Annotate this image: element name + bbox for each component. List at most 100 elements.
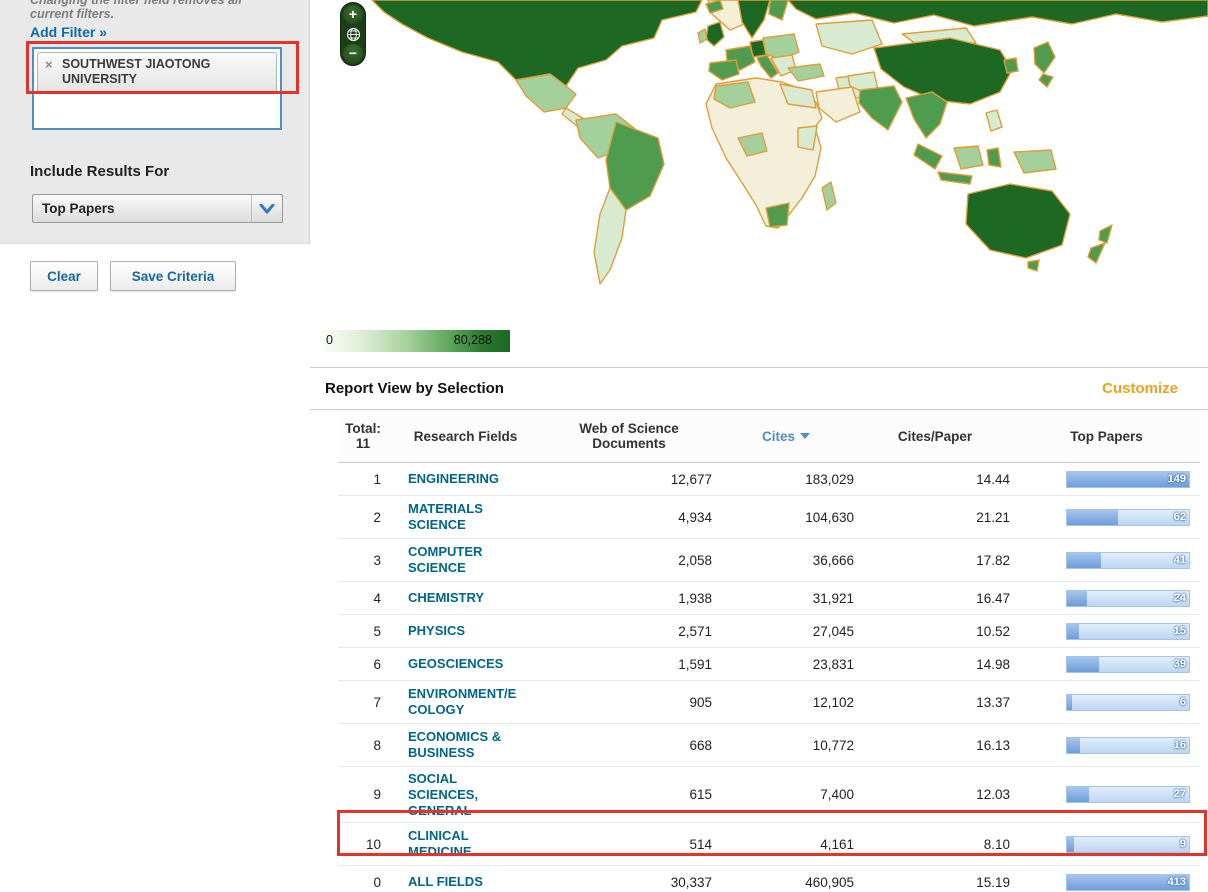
column-header-documents[interactable]: Web of Science Documents [579,421,679,451]
column-header-research-fields[interactable]: Research Fields [414,429,518,444]
research-field-link[interactable]: CHEMISTRY [408,590,484,606]
globe-icon[interactable] [343,24,363,44]
map-region-tasmania[interactable] [1028,260,1039,271]
filter-box: × SOUTHWEST JIAOTONG UNIVERSITY [32,47,282,130]
cites-per-paper-value: 16.47 [976,591,1010,606]
map-region-philippines[interactable] [986,110,1002,131]
results-type-dropdown[interactable]: Top Papers [32,194,283,223]
map-region-east-africa[interactable] [798,126,817,150]
map-region-java[interactable] [938,172,972,184]
documents-value: 514 [689,837,712,852]
map-region-north-america[interactable] [372,0,702,86]
top-papers-bar: 41 [1066,552,1190,569]
table-row: 0ALL FIELDS30,337460,90515.19413 [338,866,1200,892]
table-row: 7ENVIRONMENT/E COLOGY90512,10213.376 [338,681,1200,724]
top-papers-bar: 27 [1066,786,1190,803]
top-papers-value: 24 [1174,591,1186,606]
research-field-link[interactable]: MATERIALS SCIENCE [408,501,483,533]
map-region-scandinavia[interactable] [738,0,770,38]
map-region-india[interactable] [859,86,902,130]
filter-tag-label: SOUTHWEST JIAOTONG UNIVERSITY [62,57,258,87]
map-region-sulawesi[interactable] [987,148,1001,167]
top-papers-bar: 6 [1066,694,1190,711]
world-choropleth-map [310,0,1208,312]
table-row: 2MATERIALS SCIENCE4,934104,63021.2162 [338,496,1200,539]
save-criteria-button[interactable]: Save Criteria [110,261,236,291]
filter-sidebar: Changing the filter field removes all cu… [0,0,310,892]
research-field-link[interactable]: GEOSCIENCES [408,656,503,672]
column-header-top-papers[interactable]: Top Papers [1070,429,1143,444]
map-region-spain[interactable] [709,60,739,80]
table-row: 1ENGINEERING12,677183,02914.44149 [338,463,1200,496]
top-papers-value: 413 [1168,875,1186,890]
map-region-korea[interactable] [1004,58,1018,73]
map-region-new-zealand-north[interactable] [1099,225,1112,243]
map-region-southeast-asia[interactable] [906,92,947,138]
zoom-out-button[interactable]: − [343,44,363,63]
research-field-link[interactable]: ECONOMICS & BUSINESS [408,729,501,761]
top-papers-value: 41 [1174,553,1186,568]
column-header-cites[interactable]: Cites [762,429,795,444]
table-header-row: Total: 11 Research Fields Web of Science… [338,410,1200,463]
research-field-link[interactable]: CLINICAL MEDICINE [408,828,472,860]
filter-input[interactable] [34,96,280,128]
top-papers-value: 15 [1174,624,1186,639]
row-rank: 9 [373,787,381,802]
research-field-link[interactable]: SOCIAL SCIENCES, GENERAL [408,771,478,819]
map-region-borneo[interactable] [954,146,983,169]
map-region-madagascar[interactable] [822,182,836,210]
documents-value: 1,591 [678,657,712,672]
table-row: 3COMPUTER SCIENCE2,05836,66617.8241 [338,539,1200,582]
remove-filter-icon[interactable]: × [45,58,53,71]
customize-link[interactable]: Customize [1102,380,1178,397]
row-rank: 2 [373,510,381,525]
cites-per-paper-value: 8.10 [984,837,1010,852]
table-row: 5PHYSICS2,57127,04510.5215 [338,615,1200,648]
results-type-value: Top Papers [33,201,251,216]
top-papers-value: 9 [1180,837,1186,852]
map-region-new-zealand-south[interactable] [1088,243,1105,263]
map-region-new-guinea[interactable] [1014,150,1056,173]
map-region-kazakhstan[interactable] [816,20,882,54]
map-region-south-africa[interactable] [766,203,789,227]
column-header-cites-per-paper[interactable]: Cites/Paper [898,429,972,444]
cites-value: 12,102 [813,695,854,710]
cites-value: 183,029 [805,472,854,487]
top-papers-bar: 149 [1066,471,1190,488]
top-papers-value: 39 [1174,657,1186,672]
report-table: Total: 11 Research Fields Web of Science… [338,410,1200,892]
report-header-bar: Report View by Selection Customize [310,367,1208,410]
row-rank: 1 [373,472,381,487]
map-region-sumatra[interactable] [914,144,942,169]
cites-per-paper-value: 12.03 [976,787,1010,802]
documents-value: 1,938 [678,591,712,606]
map-region-finland[interactable] [769,0,788,20]
table-row: 8ECONOMICS & BUSINESS66810,77216.1316 [338,724,1200,767]
map-region-argentina[interactable] [594,188,626,284]
research-field-link[interactable]: ENGINEERING [408,471,499,487]
filter-panel: Changing the filter field removes all cu… [0,0,310,244]
table-row-highlighted: 10CLINICAL MEDICINE5144,1618.109 [338,823,1200,866]
map-region-ireland[interactable] [698,29,707,43]
cites-per-paper-value: 15.19 [976,875,1010,890]
research-field-link[interactable]: PHYSICS [408,623,465,639]
cites-value: 27,045 [813,624,854,639]
row-rank: 7 [373,695,381,710]
research-field-link[interactable]: ENVIRONMENT/E COLOGY [408,686,516,718]
map-region-saudi-arabia[interactable] [816,87,860,122]
row-rank: 5 [373,624,381,639]
clear-button[interactable]: Clear [30,261,98,291]
map-region-australia[interactable] [966,184,1070,258]
research-field-link[interactable]: COMPUTER SCIENCE [408,544,482,576]
cites-per-paper-value: 16.13 [976,738,1010,753]
map-region-united-kingdom[interactable] [706,22,724,46]
research-field-link[interactable]: ALL FIELDS [408,874,483,890]
top-papers-value: 62 [1174,510,1186,525]
row-rank: 0 [373,875,381,890]
add-filter-link[interactable]: Add Filter » [30,24,107,40]
map-region-japan[interactable] [1034,42,1055,73]
row-rank: 4 [373,591,381,606]
map-zoom-control: + − [340,2,366,66]
map-region-japan-south[interactable] [1039,74,1053,87]
zoom-in-button[interactable]: + [343,5,363,24]
